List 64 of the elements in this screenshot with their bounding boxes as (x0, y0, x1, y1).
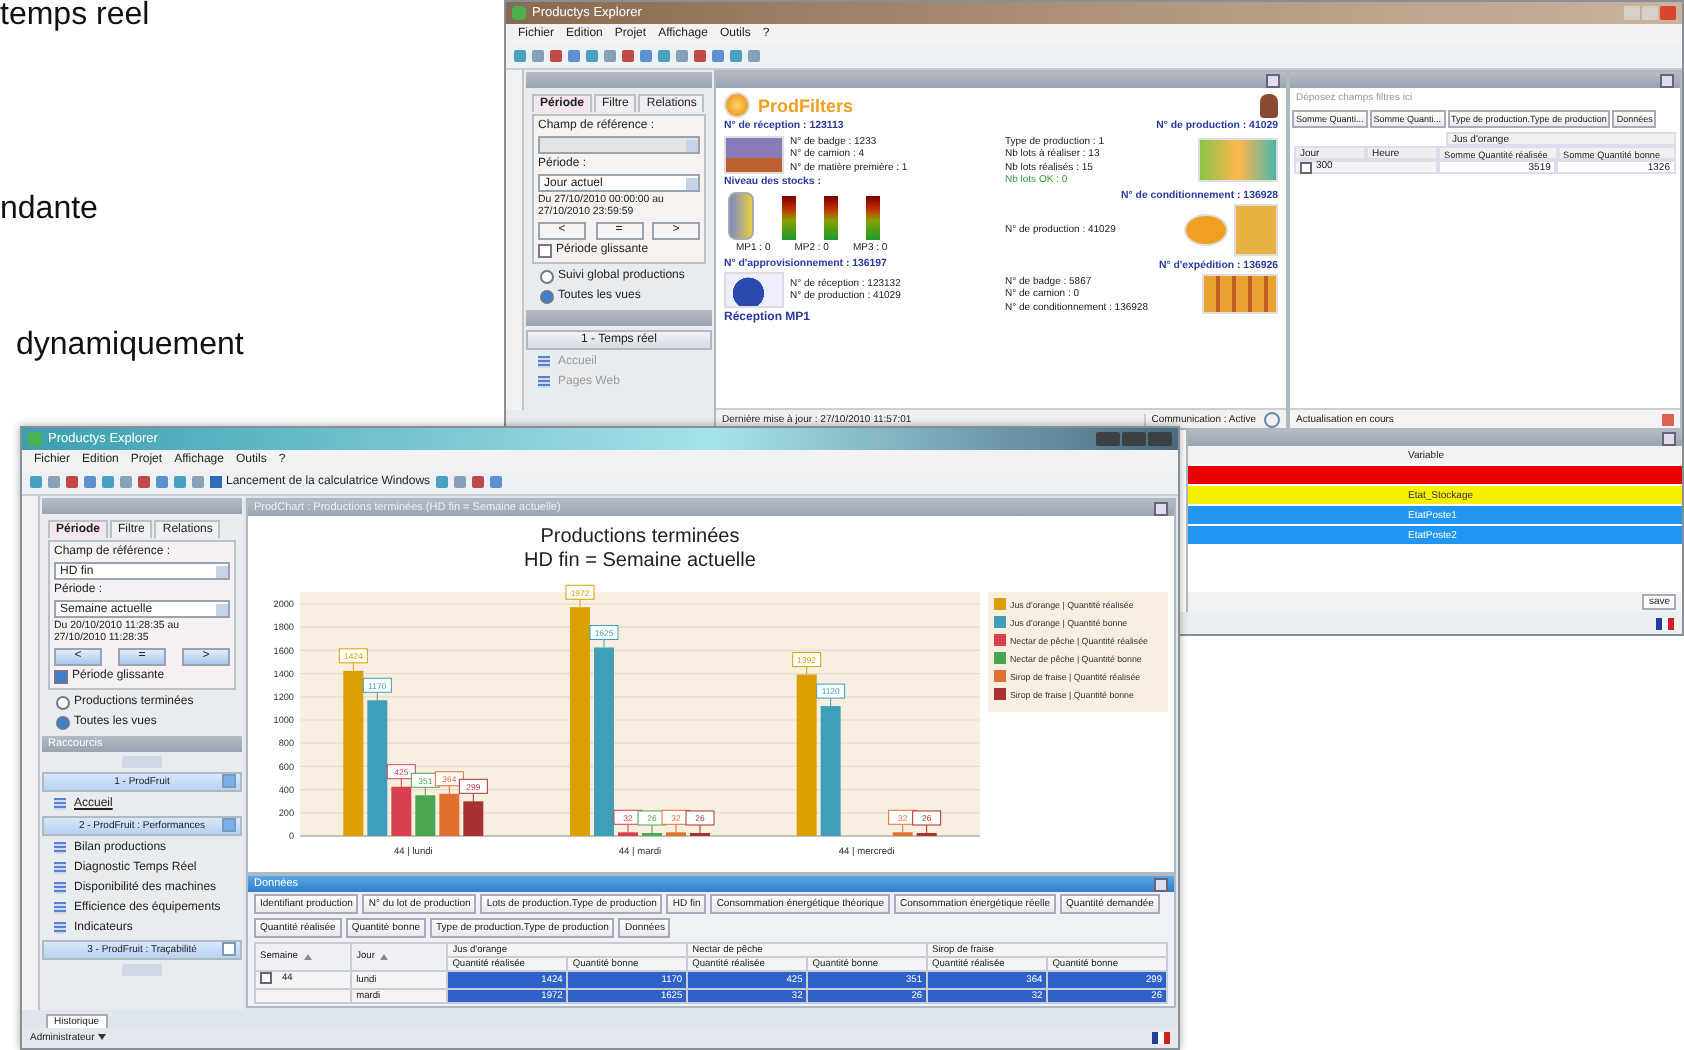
radio-button[interactable] (56, 695, 70, 710)
tank-drawing (728, 191, 754, 239)
radio-button[interactable] (540, 289, 554, 304)
checkbox[interactable] (538, 243, 552, 258)
refresh-icon[interactable] (1264, 411, 1280, 427)
page-text: dynamiquement (16, 328, 244, 364)
stock-gauge (782, 195, 796, 239)
minimize-button[interactable] (1096, 432, 1120, 446)
legend-swatch (994, 670, 1006, 682)
radio-button[interactable] (56, 715, 70, 730)
scroll-down-button[interactable] (122, 963, 162, 976)
pin-icon[interactable] (1154, 501, 1168, 515)
list-icon (54, 797, 66, 810)
collapse-icon[interactable] (260, 972, 272, 984)
checkbox[interactable] (54, 669, 68, 684)
scroll-up-button[interactable] (122, 755, 162, 768)
jar-picture (1234, 204, 1278, 256)
scanner-picture (724, 272, 784, 308)
collapse-toggle[interactable] (222, 818, 236, 833)
alarm-row[interactable] (1188, 466, 1682, 486)
fruit-picture (1198, 138, 1278, 183)
bar (415, 795, 436, 836)
citrus-picture (1184, 214, 1228, 246)
bar (391, 786, 412, 836)
legend-swatch (994, 598, 1006, 610)
stop-icon[interactable] (1662, 413, 1674, 425)
flag-icon[interactable] (1656, 617, 1674, 629)
sort-icon[interactable] (380, 954, 389, 960)
collapse-toggle[interactable] (222, 774, 236, 789)
bar (820, 706, 841, 836)
logo-icon (724, 92, 750, 118)
page-text: ndante (0, 192, 98, 228)
pin-icon[interactable] (1154, 877, 1168, 891)
legend-swatch (994, 688, 1006, 700)
pin-icon[interactable] (1662, 431, 1676, 445)
maximize-button[interactable] (1122, 432, 1146, 446)
app-icon (28, 432, 42, 446)
chart-title: Productions terminées (540, 526, 740, 548)
collapse-toggle[interactable] (222, 942, 236, 957)
app-icon (512, 6, 526, 20)
legend-swatch (994, 652, 1006, 664)
pin-icon[interactable] (1660, 73, 1674, 87)
side-tab[interactable] (506, 70, 524, 410)
truck-picture (724, 135, 784, 173)
bar (439, 793, 460, 836)
mascot-drawing (1260, 93, 1278, 117)
stock-gauge (824, 195, 838, 239)
sort-icon[interactable] (303, 954, 312, 960)
legend-swatch (994, 616, 1006, 628)
collapse-icon[interactable] (1300, 161, 1312, 173)
caret-icon (98, 1034, 107, 1041)
bar (463, 801, 484, 836)
crates-picture (1202, 274, 1278, 314)
stock-gauge (866, 195, 880, 239)
side-tab[interactable] (22, 496, 40, 1010)
reference-dropdown[interactable] (538, 136, 700, 155)
legend-swatch (994, 634, 1006, 646)
pin-icon[interactable] (1266, 73, 1280, 87)
brand-name: ProdFilters (758, 95, 854, 115)
bar (367, 700, 388, 836)
chart-title: HD fin = Semaine actuelle (524, 550, 756, 572)
page-text: temps reel (0, 0, 150, 34)
radio-button[interactable] (540, 269, 554, 284)
flag-icon[interactable] (1152, 1032, 1170, 1044)
